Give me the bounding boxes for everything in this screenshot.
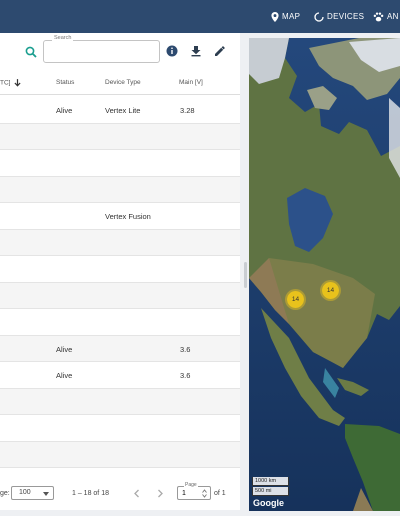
satellite-map[interactable]: 14 14 1000 km 500 mi Google [249, 38, 400, 511]
cell-device-type: Vertex Lite [105, 106, 141, 115]
info-icon[interactable] [166, 45, 178, 57]
table-row[interactable] [0, 415, 240, 442]
column-header-status[interactable]: Status [56, 79, 74, 86]
nav-devices[interactable]: DEVICES [314, 0, 364, 33]
nav-map[interactable]: MAP [271, 0, 300, 33]
stepper-icon[interactable] [202, 489, 207, 498]
search-field[interactable]: Search [43, 35, 160, 63]
device-table-panel: Search TC] Status Device Type Main [V] A… [0, 33, 240, 510]
nav-map-label: MAP [282, 12, 301, 21]
rows-per-page-value: 100 [19, 489, 31, 496]
search-icon[interactable] [25, 46, 37, 58]
panel-resize-handle[interactable] [244, 262, 247, 288]
top-nav-bar: MAP DEVICES AN [0, 0, 400, 33]
chevron-right-icon[interactable] [157, 489, 164, 498]
page-total-text: of 1 [214, 490, 226, 497]
table-toolbar: Search [0, 33, 240, 67]
pagination-bar: ge: 100 1 – 18 of 18 Page of 1 [0, 478, 240, 510]
search-input[interactable] [48, 46, 156, 60]
page-number-input[interactable] [182, 489, 202, 498]
pencil-icon[interactable] [214, 45, 226, 57]
rows-per-page-label: ge: [0, 490, 10, 497]
table-row[interactable]: Alive 3.6 [0, 362, 240, 389]
cell-main-voltage: 3.6 [180, 371, 191, 380]
table-row[interactable]: Alive Vertex Lite 3.28 [0, 97, 240, 124]
map-scale-mi: 500 mi [252, 487, 289, 496]
table-row[interactable] [0, 282, 240, 309]
column-header-main-voltage[interactable]: Main [V] [179, 79, 203, 86]
cell-main-voltage: 3.28 [180, 106, 195, 115]
page-number-label: Page [184, 482, 198, 488]
table-row[interactable] [0, 150, 240, 177]
column-header-device-type[interactable]: Device Type [105, 79, 141, 86]
map-pin-icon [271, 11, 279, 22]
table-row[interactable] [0, 123, 240, 150]
nav-devices-label: DEVICES [327, 12, 365, 21]
nav-analytics[interactable]: AN [373, 0, 399, 33]
chevron-down-icon [43, 492, 49, 496]
arrow-down-icon [14, 79, 21, 87]
rows-per-page-select[interactable]: 100 [11, 486, 54, 500]
column-header-time[interactable]: TC] [0, 79, 21, 87]
map-cluster-marker[interactable]: 14 [320, 280, 341, 301]
table-row[interactable] [0, 441, 240, 468]
page-range-text: 1 – 18 of 18 [72, 490, 109, 497]
table-row[interactable] [0, 176, 240, 203]
table-row[interactable] [0, 309, 240, 336]
page-number-field[interactable]: Page [177, 482, 211, 500]
table-header: TC] Status Device Type Main [V] [0, 69, 240, 95]
table-row[interactable] [0, 256, 240, 283]
table-row[interactable]: Alive 3.6 [0, 335, 240, 362]
download-icon[interactable] [190, 45, 202, 57]
table-row[interactable]: Vertex Fusion [0, 203, 240, 230]
map-scale-km: 1000 km [252, 477, 289, 486]
cell-device-type: Vertex Fusion [105, 212, 151, 221]
table-row[interactable] [0, 229, 240, 256]
cell-status: Alive [56, 371, 73, 380]
loading-ring-icon [314, 11, 324, 22]
nav-analytics-label: AN [387, 12, 399, 21]
map-terrain [249, 38, 400, 511]
cell-status: Alive [56, 106, 73, 115]
cell-status: Alive [56, 344, 73, 354]
table-row[interactable] [0, 388, 240, 415]
chevron-left-icon[interactable] [133, 489, 140, 498]
search-label: Search [52, 35, 74, 41]
column-header-time-label: TC] [0, 79, 11, 87]
map-cluster-marker[interactable]: 14 [285, 289, 306, 310]
cell-main-voltage: 3.6 [180, 344, 191, 354]
paw-icon [373, 11, 384, 21]
map-attribution-logo: Google [253, 498, 284, 508]
